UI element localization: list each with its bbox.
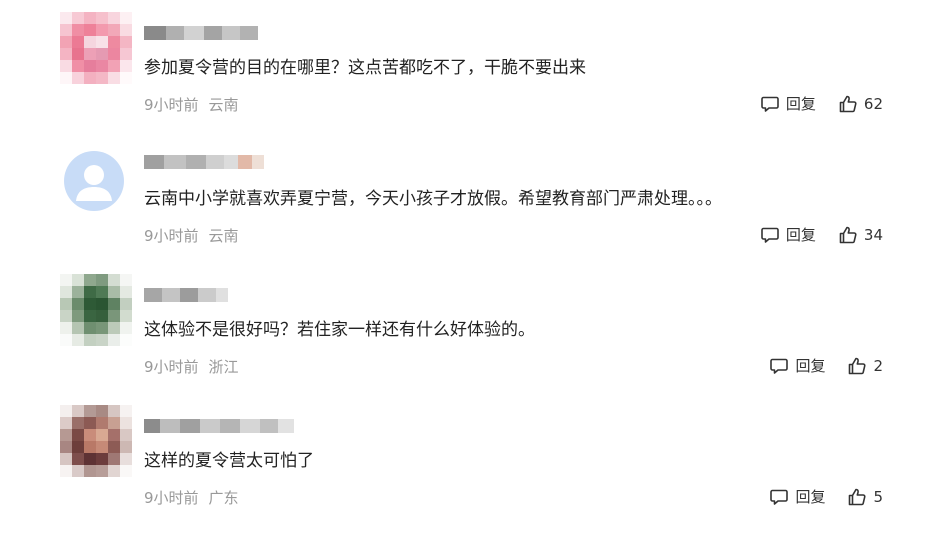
reply-button[interactable]: 回复 [760,94,816,114]
reply-button[interactable]: 回复 [769,356,825,376]
comment-actions: 回复 5 [769,487,883,507]
username-blurred[interactable] [144,155,264,169]
comment-time: 9小时前 [144,96,199,114]
comment-meta: 9小时前 云南 [144,95,239,115]
like-count: 34 [863,226,883,244]
like-button[interactable]: 34 [838,225,883,245]
reply-label: 回复 [795,357,826,375]
comment-text: 这体验不是很好吗？若住家一样还有什么好体验的。 [144,320,535,340]
reply-button[interactable]: 回复 [760,225,816,245]
avatar[interactable] [60,12,132,84]
comment-item: 这样的夏令营太可怕了 9小时前 广东 回复 5 [0,393,949,518]
like-count: 62 [863,95,883,113]
comment-item: 这体验不是很好吗？若住家一样还有什么好体验的。 9小时前 浙江 回复 2 [0,262,949,387]
comment-text: 这样的夏令营太可怕了 [144,451,314,471]
comment-meta: 9小时前 云南 [144,226,239,246]
reply-label: 回复 [785,95,816,113]
avatar[interactable] [64,151,124,211]
like-button[interactable]: 2 [847,356,883,376]
comment-time: 9小时前 [144,358,199,376]
comment-actions: 回复 62 [760,94,883,114]
comment-bubble-icon [770,358,789,374]
comment-actions: 回复 34 [760,225,883,245]
thumbs-up-icon [839,95,857,113]
like-button[interactable]: 5 [847,487,883,507]
reply-label: 回复 [795,488,826,506]
comment-meta: 9小时前 广东 [144,488,239,508]
thumbs-up-icon [849,488,867,506]
comment-bubble-icon [761,96,779,112]
comment-location: 云南 [208,96,239,114]
comment-time: 9小时前 [144,489,199,507]
avatar[interactable] [60,405,132,477]
comment-location: 云南 [208,227,239,245]
comment-text: 云南中小学就喜欢弄夏宁营，今天小孩子才放假。希望教育部门严肃处理。。。 [144,189,722,209]
like-button[interactable]: 62 [838,94,883,114]
username-blurred[interactable] [144,288,228,302]
comment-location: 浙江 [208,358,239,376]
comment-item: 云南中小学就喜欢弄夏宁营，今天小孩子才放假。希望教育部门严肃处理。。。 9小时前… [0,131,949,256]
reply-button[interactable]: 回复 [769,487,825,507]
like-count: 2 [873,357,883,375]
comment-actions: 回复 2 [769,356,883,376]
reply-label: 回复 [785,226,816,244]
user-silhouette-icon [76,165,112,201]
username-blurred[interactable] [144,26,258,40]
username-blurred[interactable] [144,419,294,433]
comment-bubble-icon [770,489,789,505]
comment-location: 广东 [208,489,239,507]
thumbs-up-icon [839,226,857,244]
comment-time: 9小时前 [144,227,199,245]
thumbs-up-icon [849,357,867,375]
comment-meta: 9小时前 浙江 [144,357,239,377]
comment-text: 参加夏令营的目的在哪里？这点苦都吃不了，干脆不要出来 [144,58,586,78]
comment-item: 参加夏令营的目的在哪里？这点苦都吃不了，干脆不要出来 9小时前 云南 回复 62 [0,0,949,125]
comment-bubble-icon [761,227,779,243]
avatar[interactable] [60,274,132,346]
like-count: 5 [873,488,883,506]
